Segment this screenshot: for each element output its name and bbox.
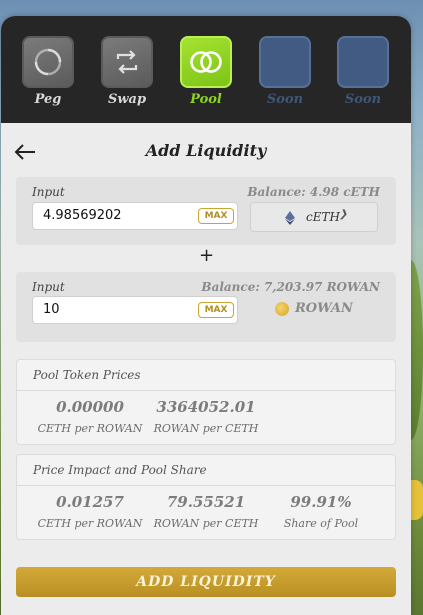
tab-swap[interactable]: Swap — [99, 36, 155, 107]
stat-value: 99.91% — [290, 493, 352, 511]
tab-label: Pool — [190, 92, 222, 107]
max-button[interactable]: MAX — [198, 302, 234, 318]
blank-tile-icon — [337, 36, 389, 88]
stat-ceth-per-rowan: 0.01257 CETH per ROWAN — [30, 493, 150, 530]
linked-rings-icon — [180, 36, 232, 88]
liquidity-panel: Peg Swap Pool Soon Soon Add Liquidity In… — [1, 16, 411, 615]
input-panel-ceth: Input Balance: 4.98 cETH MAX cETH ❯ — [16, 177, 396, 245]
amount-input[interactable] — [43, 208, 183, 223]
stat-rowan-per-ceth: 79.55521 ROWAN per CETH — [146, 493, 266, 530]
stat-label: Share of Pool — [283, 517, 359, 530]
stat-value: 79.55521 — [166, 493, 246, 511]
tab-soon-2[interactable]: Soon — [335, 36, 391, 107]
stat-value: 3364052.01 — [156, 398, 256, 416]
amount-input[interactable] — [43, 302, 183, 317]
card-title: Pool Token Prices — [33, 368, 141, 382]
add-liquidity-button[interactable]: ADD LIQUIDITY — [16, 567, 396, 597]
token-name: ROWAN — [295, 301, 353, 316]
stat-rowan-per-ceth: 3364052.01 ROWAN per CETH — [146, 398, 266, 435]
balance-text: Balance: 7,203.97 ROWAN — [201, 280, 380, 294]
tab-label: Soon — [266, 92, 304, 107]
input-label: Input — [32, 280, 65, 294]
stat-ceth-per-rowan: 0.00000 CETH per ROWAN — [30, 398, 150, 435]
stat-value: 0.00000 — [56, 398, 124, 416]
nav-bar: Peg Swap Pool Soon Soon — [1, 16, 411, 123]
divider — [17, 390, 395, 391]
stat-value: 0.01257 — [56, 493, 124, 511]
token-select-ceth[interactable]: cETH ❯ — [250, 202, 378, 232]
blank-tile-icon — [259, 36, 311, 88]
page-title: Add Liquidity — [145, 141, 267, 160]
chevron-down-icon: ❯ — [339, 209, 348, 220]
input-panel-rowan: Input Balance: 7,203.97 ROWAN MAX ROWAN — [16, 272, 396, 342]
tab-label: Soon — [344, 92, 382, 107]
stat-label: CETH per ROWAN — [37, 517, 143, 530]
balance-text: Balance: 4.98 cETH — [247, 185, 380, 199]
stat-share-of-pool: 99.91% Share of Pool — [261, 493, 381, 530]
plus-sign: + — [199, 245, 215, 266]
token-rowan: ROWAN — [275, 301, 353, 316]
stat-label: ROWAN per CETH — [153, 517, 259, 530]
tab-pool[interactable]: Pool — [178, 36, 234, 107]
tab-soon-1[interactable]: Soon — [257, 36, 313, 107]
price-impact-card: Price Impact and Pool Share 0.01257 CETH… — [16, 454, 396, 540]
tab-label: Swap — [107, 92, 147, 107]
pool-token-prices-card: Pool Token Prices 0.00000 CETH per ROWAN… — [16, 359, 396, 445]
card-title: Price Impact and Pool Share — [33, 463, 207, 477]
amount-field-rowan[interactable]: MAX — [32, 296, 238, 324]
divider — [17, 485, 395, 486]
circle-refresh-icon — [22, 36, 74, 88]
amount-field-ceth[interactable]: MAX — [32, 202, 238, 230]
max-button[interactable]: MAX — [198, 208, 234, 224]
ethereum-icon — [285, 211, 295, 225]
token-name: cETH — [306, 210, 340, 224]
page-header: Add Liquidity — [1, 123, 411, 179]
tab-peg[interactable]: Peg — [20, 36, 76, 107]
stat-label: CETH per ROWAN — [37, 422, 143, 435]
stat-label: ROWAN per CETH — [153, 422, 259, 435]
swap-arrows-icon — [101, 36, 153, 88]
rowan-coin-icon — [275, 302, 289, 316]
input-label: Input — [32, 185, 65, 199]
tab-label: Peg — [34, 92, 62, 107]
